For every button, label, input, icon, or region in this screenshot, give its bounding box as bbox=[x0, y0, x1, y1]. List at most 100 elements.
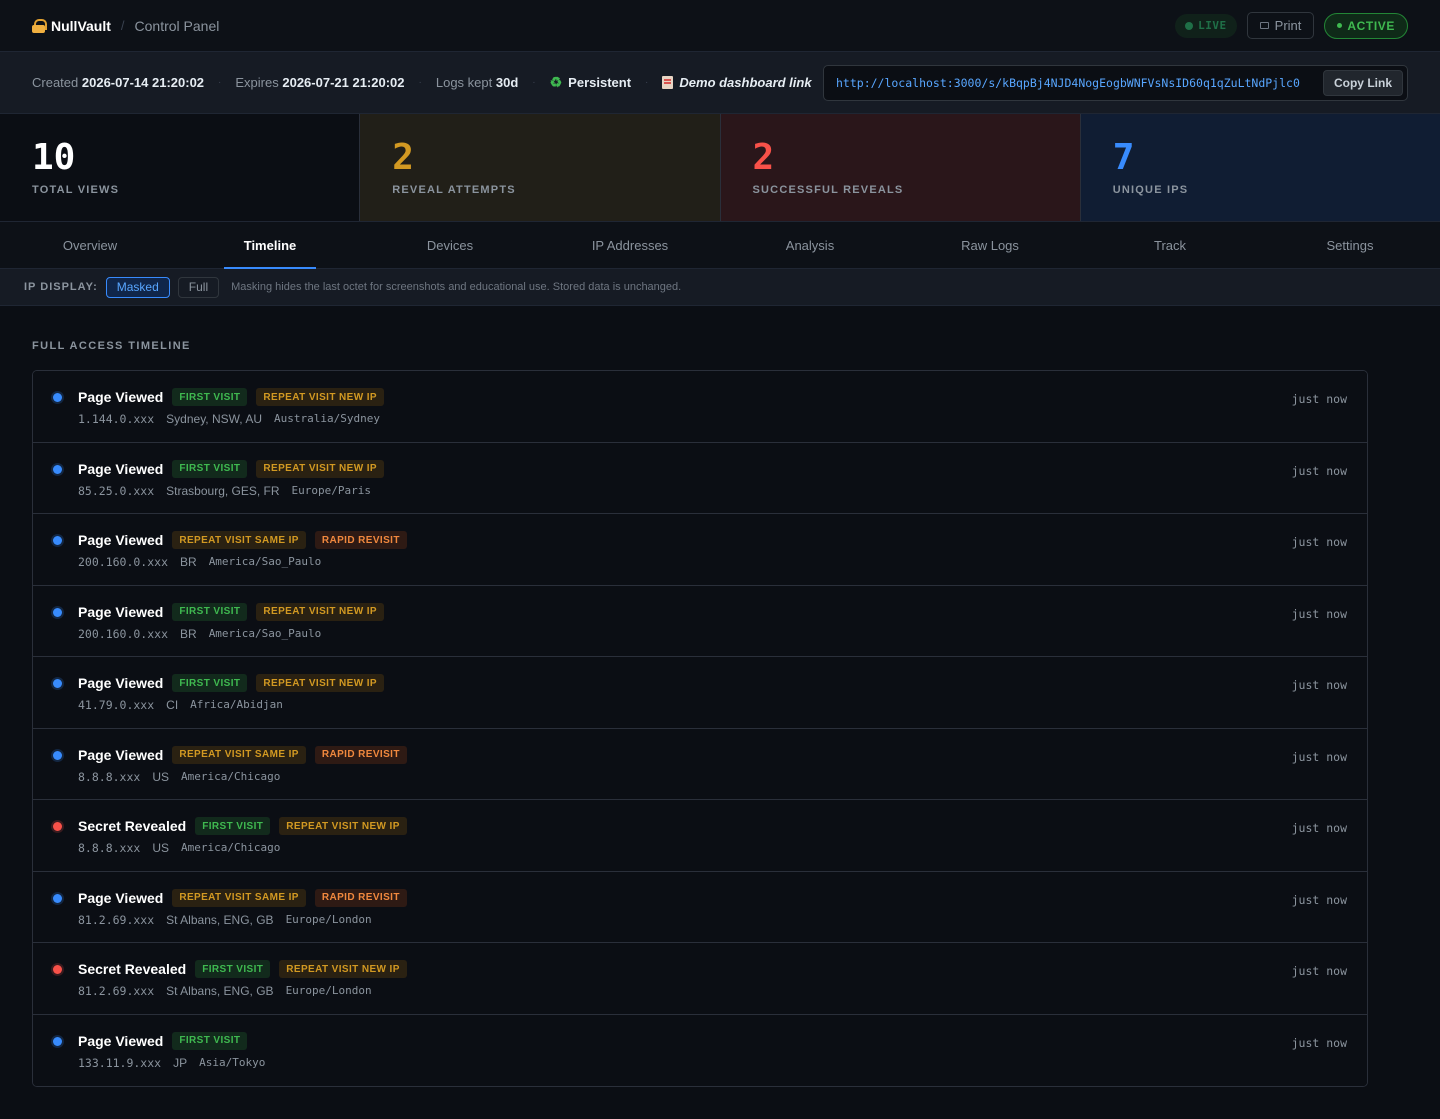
meta-separator: · bbox=[532, 77, 536, 88]
event-ip: 81.2.69.xxx bbox=[78, 912, 155, 927]
event-time: just now bbox=[1291, 749, 1347, 764]
event-time: just now bbox=[1291, 606, 1347, 621]
demo-link-label: Demo dashboard link bbox=[662, 75, 812, 90]
meta-separator: · bbox=[645, 77, 649, 88]
tab-devices[interactable]: Devices bbox=[360, 222, 540, 268]
view-dot-icon bbox=[53, 393, 62, 402]
ip-display-bar: IP DISPLAY: Masked Full Masking hides th… bbox=[0, 269, 1440, 306]
printer-icon bbox=[1259, 22, 1269, 29]
tab-raw-logs[interactable]: Raw Logs bbox=[900, 222, 1080, 268]
event-body: Secret Revealed FIRST VISIT REPEAT VISIT N… bbox=[78, 817, 1292, 871]
event-header: Page Viewed FIRST VISIT REPEAT VISIT NEW I… bbox=[78, 602, 1292, 621]
event-name: Page Viewed bbox=[78, 746, 164, 763]
share-link[interactable]: http://localhost:3000/s/kBqpBj4NJD4NogEo… bbox=[836, 76, 1317, 90]
stat-value: 7 bbox=[1112, 137, 1135, 178]
timeline-row[interactable]: Page Viewed FIRST VISIT REPEAT VISIT NEW I… bbox=[33, 442, 1367, 514]
event-details: 8.8.8.xxx US America/Chicago bbox=[78, 770, 1292, 784]
view-dot-icon bbox=[53, 464, 62, 474]
masked-toggle[interactable]: Masked bbox=[105, 276, 170, 298]
view-dot-icon bbox=[53, 893, 62, 903]
event-body: Page Viewed REPEAT VISIT SAME IP RAPID REV… bbox=[78, 531, 1292, 585]
expires-info: Expires 2026-07-21 21:20:02 bbox=[235, 75, 405, 90]
event-body: Page Viewed REPEAT VISIT SAME IP RAPID REV… bbox=[78, 745, 1292, 800]
repeat-visit-new-ip-tag: REPEAT VISIT NEW IP bbox=[256, 459, 384, 478]
timeline-row[interactable]: Page Viewed FIRST VISIT REPEAT VISIT NEW I… bbox=[33, 585, 1367, 657]
event-details: 81.2.69.xxx St Albans, ENG, GB Europe/Lond… bbox=[78, 984, 1292, 998]
live-label: LIVE bbox=[1198, 19, 1227, 32]
tab-ip-addresses[interactable]: IP Addresses bbox=[540, 222, 720, 268]
event-timezone: America/Sao_Paulo bbox=[208, 555, 322, 568]
event-details: 1.144.0.xxx Sydney, NSW, AU Australia/Sydn… bbox=[78, 412, 1292, 426]
event-body: Page Viewed FIRST VISIT REPEAT VISIT NEW I… bbox=[78, 388, 1292, 442]
event-name: Secret Revealed bbox=[78, 961, 187, 977]
stat-reveal-attempts: 2 REVEAL ATTEMPTS bbox=[360, 114, 721, 221]
breadcrumb-control-panel: Control Panel bbox=[134, 17, 220, 34]
event-location: Sydney, NSW, AU bbox=[166, 412, 262, 426]
live-dot-icon bbox=[1185, 21, 1194, 30]
tab-overview[interactable]: Overview bbox=[0, 222, 180, 268]
timeline-row[interactable]: Secret Revealed FIRST VISIT REPEAT VISIT N… bbox=[33, 800, 1367, 872]
event-ip: 85.25.0.xxx bbox=[78, 483, 155, 498]
timeline-row[interactable]: Page Viewed REPEAT VISIT SAME IP RAPID REV… bbox=[33, 514, 1367, 586]
event-location: St Albans, ENG, GB bbox=[166, 912, 274, 927]
event-header: Page Viewed FIRST VISIT bbox=[78, 1031, 1292, 1050]
copy-link-button[interactable]: Copy Link bbox=[1322, 69, 1403, 96]
timeline-row[interactable]: Page Viewed FIRST VISIT REPEAT VISIT NEW I… bbox=[33, 657, 1367, 729]
rapid-revisit-tag: RAPID REVISIT bbox=[314, 745, 407, 764]
timeline-row[interactable]: Page Viewed REPEAT VISIT SAME IP RAPID REV… bbox=[33, 728, 1367, 800]
event-details: 8.8.8.xxx US America/Chicago bbox=[78, 841, 1292, 855]
repeat-visit-new-ip-tag: REPEAT VISIT NEW IP bbox=[279, 960, 407, 978]
event-ip: 8.8.8.xxx bbox=[78, 841, 141, 855]
event-timezone: Europe/London bbox=[285, 912, 372, 926]
repeat-visit-same-ip-tag: REPEAT VISIT SAME IP bbox=[172, 745, 306, 764]
tab-analysis[interactable]: Analysis bbox=[720, 222, 900, 268]
event-name: Page Viewed bbox=[78, 532, 164, 548]
timeline-row[interactable]: Page Viewed FIRST VISIT 133.11.9.xxx JP Asia… bbox=[33, 1014, 1367, 1086]
event-details: 133.11.9.xxx JP Asia/Tokyo bbox=[78, 1056, 1292, 1070]
meta-bar: Created 2026-07-14 21:20:02 · Expires 20… bbox=[0, 52, 1440, 114]
full-toggle[interactable]: Full bbox=[177, 276, 220, 298]
brand[interactable]: NullVault bbox=[32, 18, 111, 34]
event-details: 200.160.0.xxx BR America/Sao_Paulo bbox=[78, 627, 1292, 641]
recycle-icon: ♻ bbox=[549, 74, 563, 90]
stat-value: 10 bbox=[32, 137, 76, 178]
event-location: CI bbox=[166, 698, 179, 712]
tab-bar: Overview Timeline Devices IP Addresses A… bbox=[0, 222, 1440, 269]
reveal-dot-icon bbox=[53, 965, 62, 974]
timeline-row[interactable]: Page Viewed REPEAT VISIT SAME IP RAPID REV… bbox=[33, 871, 1367, 943]
logs-value: 30d bbox=[495, 75, 519, 90]
event-body: Page Viewed FIRST VISIT REPEAT VISIT NEW I… bbox=[78, 459, 1292, 514]
event-location: BR bbox=[180, 555, 197, 569]
brand-name: NullVault bbox=[51, 17, 111, 34]
reveal-dot-icon bbox=[53, 822, 62, 831]
timeline-row[interactable]: Page Viewed FIRST VISIT REPEAT VISIT NEW I… bbox=[33, 371, 1367, 443]
logs-info: Logs kept 30d bbox=[435, 75, 519, 90]
stat-label: REVEAL ATTEMPTS bbox=[392, 184, 516, 196]
tab-timeline[interactable]: Timeline bbox=[180, 222, 360, 268]
print-button[interactable]: Print bbox=[1246, 12, 1315, 39]
event-timezone: America/Sao_Paulo bbox=[208, 626, 322, 640]
event-time: just now bbox=[1291, 535, 1347, 549]
event-name: Page Viewed bbox=[78, 1032, 164, 1049]
timeline-list: Page Viewed FIRST VISIT REPEAT VISIT NEW I… bbox=[32, 370, 1368, 1087]
event-ip: 41.79.0.xxx bbox=[78, 698, 155, 712]
timeline-row[interactable]: Secret Revealed FIRST VISIT REPEAT VISIT N… bbox=[33, 943, 1367, 1015]
stat-label: SUCCESSFUL REVEALS bbox=[752, 184, 904, 196]
tab-track[interactable]: Track bbox=[1080, 222, 1260, 268]
created-value: 2026-07-14 21:20:02 bbox=[81, 75, 205, 90]
event-name: Secret Revealed bbox=[78, 818, 187, 834]
event-body: Page Viewed FIRST VISIT REPEAT VISIT NEW I… bbox=[78, 602, 1292, 657]
event-time: just now bbox=[1291, 392, 1347, 406]
repeat-visit-same-ip-tag: REPEAT VISIT SAME IP bbox=[172, 531, 306, 549]
event-name: Page Viewed bbox=[78, 389, 164, 405]
tab-settings[interactable]: Settings bbox=[1260, 222, 1440, 268]
first-visit-tag: FIRST VISIT bbox=[195, 817, 271, 835]
event-details: 200.160.0.xxx BR America/Sao_Paulo bbox=[78, 555, 1292, 569]
event-timezone: Europe/London bbox=[285, 984, 372, 997]
event-ip: 81.2.69.xxx bbox=[78, 984, 155, 998]
first-visit-tag: FIRST VISIT bbox=[172, 459, 248, 478]
stat-label: TOTAL VIEWS bbox=[32, 184, 120, 196]
meta-separator: · bbox=[418, 77, 422, 88]
event-details: 81.2.69.xxx St Albans, ENG, GB Europe/Lond… bbox=[78, 913, 1292, 927]
event-time: just now bbox=[1291, 964, 1347, 978]
